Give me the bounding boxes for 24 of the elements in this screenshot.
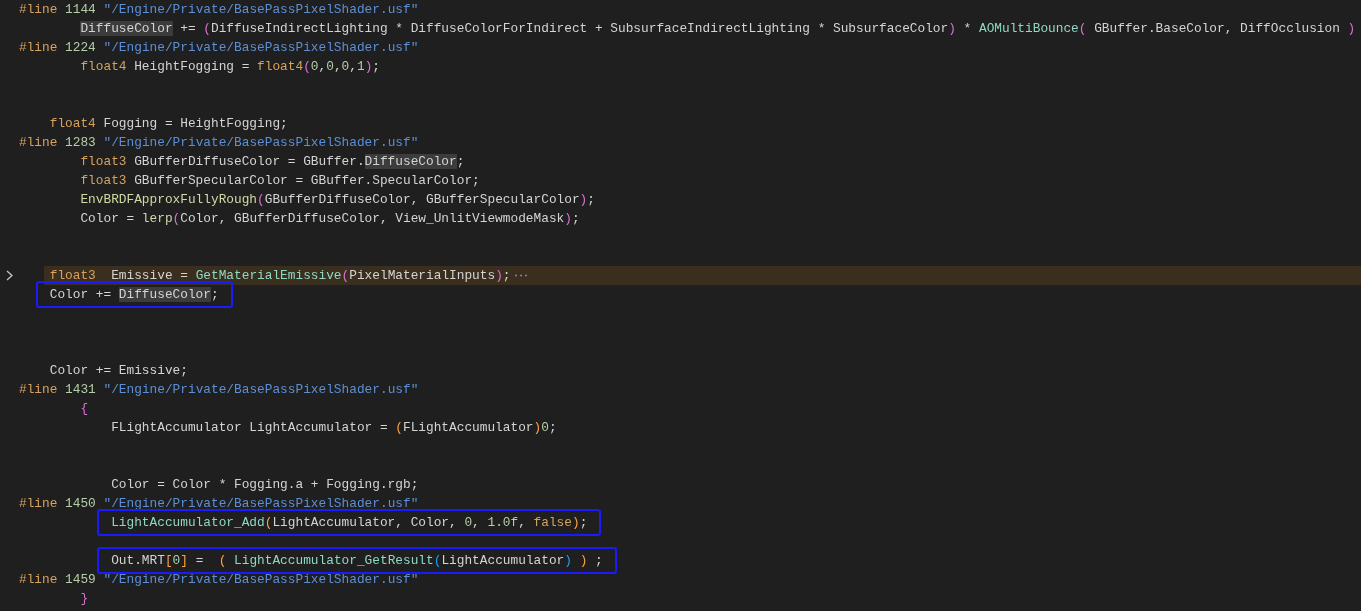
code-line: } (80, 590, 89, 608)
code-line: Color += Emissive; (49, 362, 188, 380)
code-line: float4 Fogging = HeightFogging; (49, 115, 288, 133)
code-line: float4 HeightFogging = float4(0,0,0,1); (80, 58, 380, 76)
code-line: Out.MRT[0] = ( LightAccumulator_GetResult(LightAccumulator) ) ; (111, 552, 603, 570)
code-line: #line 1450 "/Engine/Private/BasePassPixelShader.usf" (19, 495, 419, 513)
code-line: Color = Color * Fogging.a + Fogging.rgb; (111, 476, 419, 494)
code-line: LightAccumulator_Add(LightAccumulator, Color, 0, 1.0f, false); (111, 514, 588, 532)
code-line: float3 GBufferSpecularColor = GBuffer.SpecularColor; (80, 172, 480, 190)
code-line: #line 1431 "/Engine/Private/BasePassPixelShader.usf" (19, 381, 419, 399)
code-line: float3 Emissive = GetMaterialEmissive(PixelMaterialInputs); (49, 267, 511, 285)
code-line: Color = lerp(Color, GBufferDiffuseColor, View_UnlitViewmodeMask); (80, 210, 580, 228)
code-line: #line 1283 "/Engine/Private/BasePassPixelShader.usf" (19, 134, 419, 152)
code-line: FLightAccumulator LightAccumulator = (FLightAccumulator)0; (111, 419, 557, 437)
code-line: EnvBRDFApproxFullyRough(GBufferDiffuseColor, GBufferSpecularColor); (80, 191, 595, 209)
code-line: { (80, 400, 89, 418)
code-line: float3 GBufferDiffuseColor = GBuffer.DiffuseColor; (80, 153, 465, 171)
code-line: DiffuseColor += (DiffuseIndirectLighting * DiffuseColorForIndirect + SubsurfaceIndirectLighting * SubsurfaceColor) * AOMultiBounce( GBuffer.BaseColor, DiffOcclusion ) (80, 20, 1356, 38)
code-line: #line 1144 "/Engine/Private/BasePassPixelShader.usf" (19, 1, 419, 19)
fold-ellipsis-icon[interactable] (513, 273, 528, 278)
chevron-icon[interactable] (6, 270, 13, 281)
code-line: Color += DiffuseColor; (49, 286, 219, 304)
code-line: #line 1224 "/Engine/Private/BasePassPixelShader.usf" (19, 39, 419, 57)
code-line: #line 1459 "/Engine/Private/BasePassPixelShader.usf" (19, 571, 419, 589)
